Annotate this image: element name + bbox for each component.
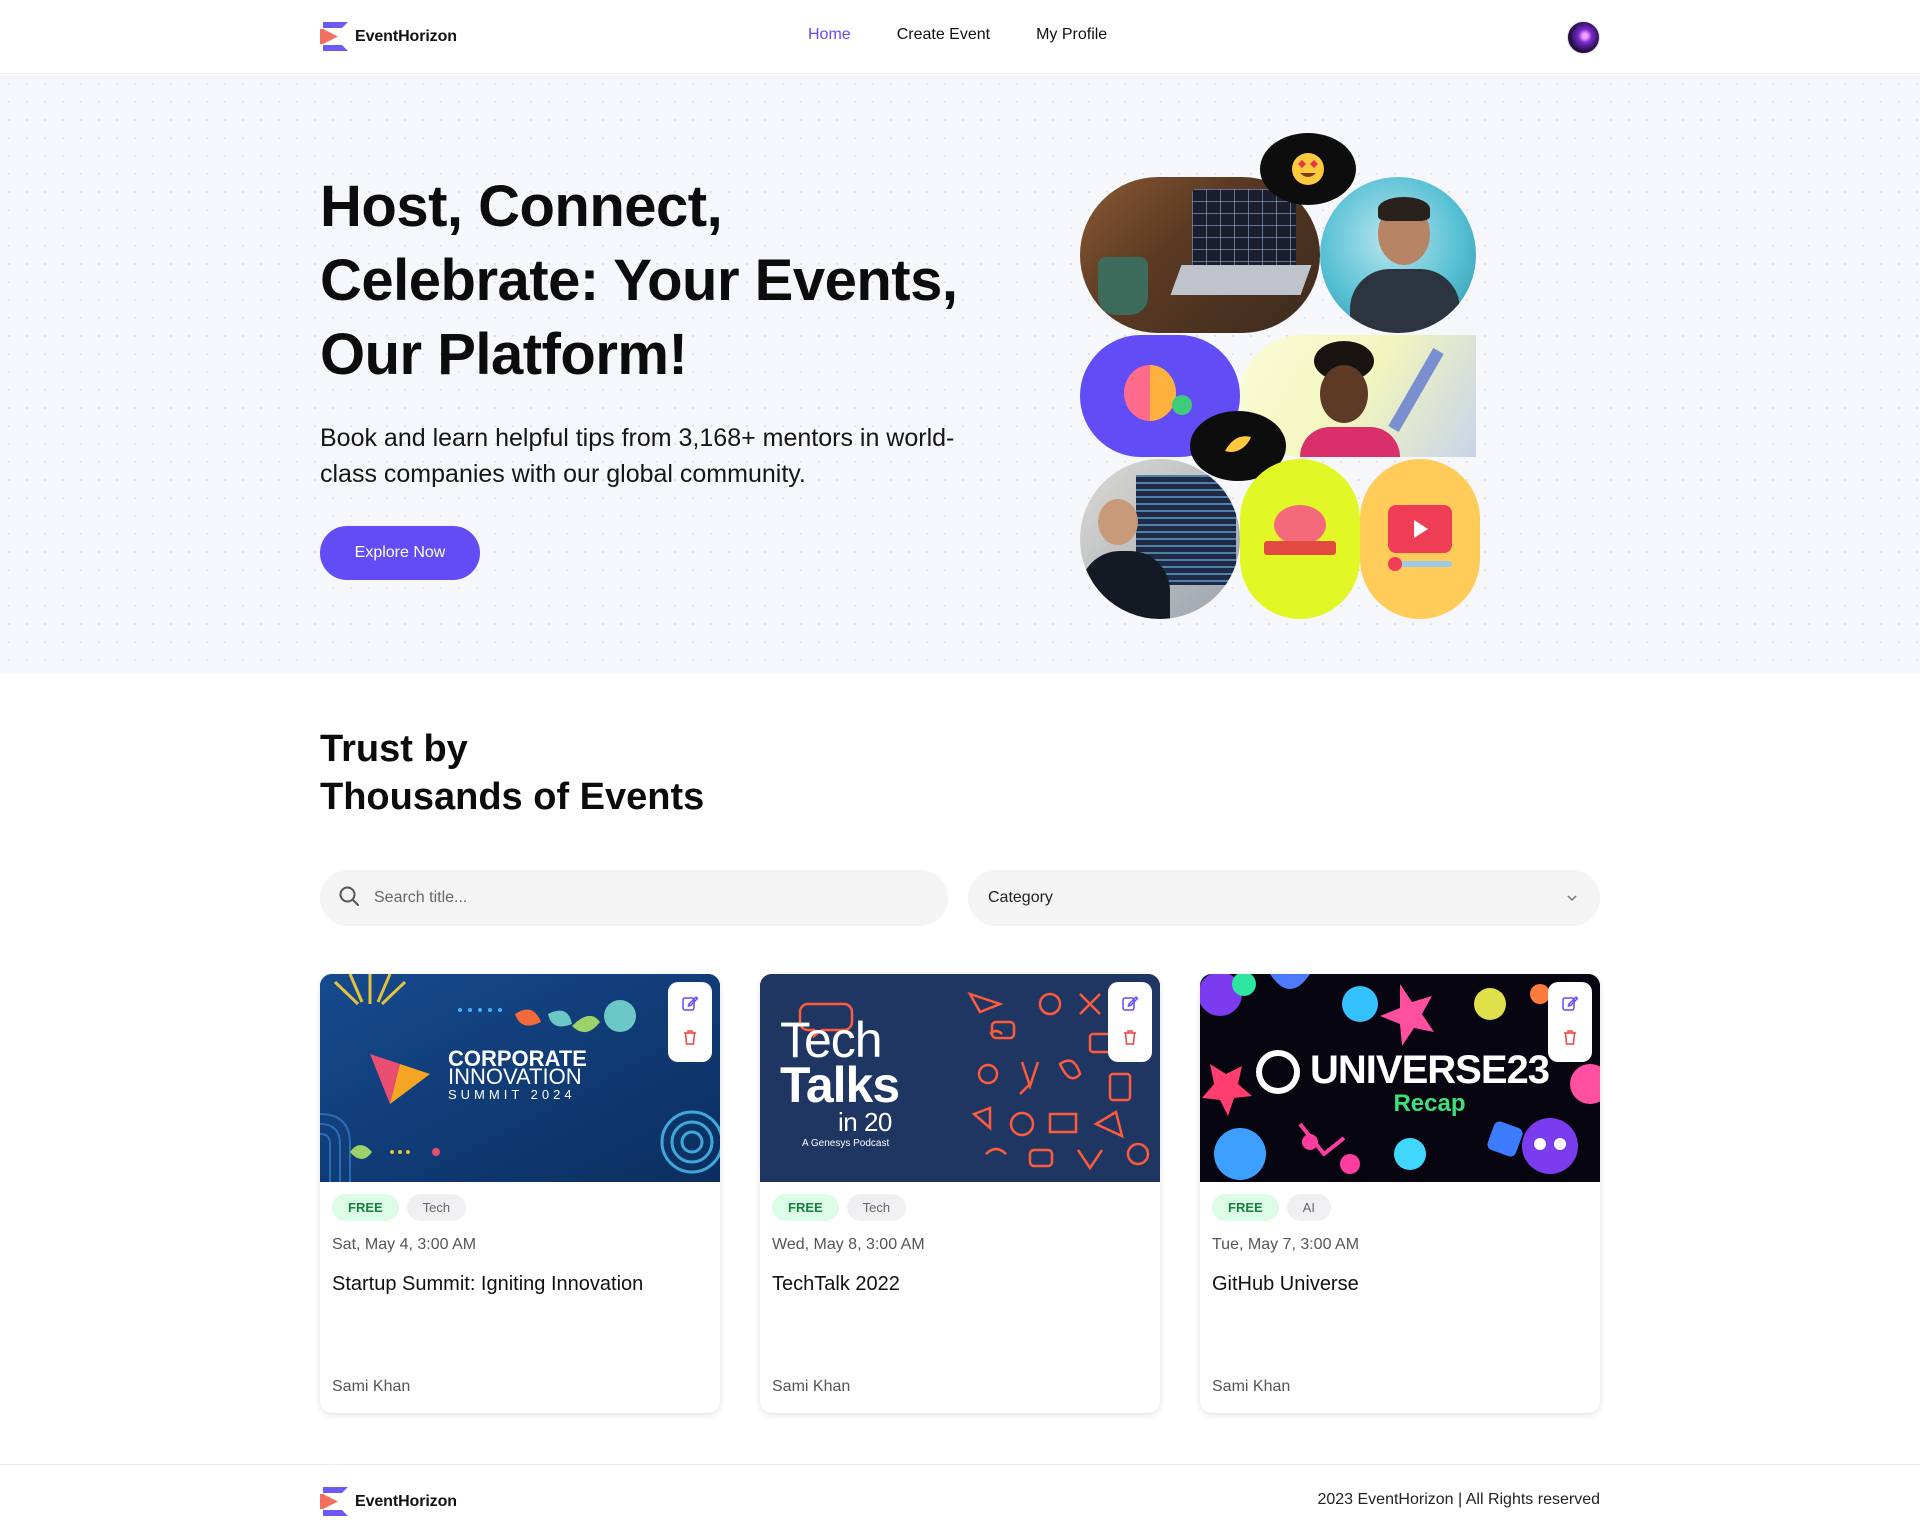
hero-collage [1080, 75, 1500, 635]
category-badge: Tech [846, 1194, 907, 1221]
event-image: Tech Talks in 20 A Genesys Podcast [760, 974, 1160, 1182]
edit-icon[interactable] [1121, 994, 1139, 1017]
events-title-line1: Trust by [320, 728, 468, 770]
event-title[interactable]: TechTalk 2022 [772, 1273, 900, 1296]
events-section-title: Trust by Thousands of Events [320, 725, 704, 821]
card-actions [1548, 982, 1592, 1062]
user-avatar[interactable] [1567, 21, 1600, 54]
event-date: Sat, May 4, 3:00 AM [332, 1236, 477, 1253]
card-actions [1108, 982, 1152, 1062]
search-bar [320, 870, 948, 926]
search-icon [338, 885, 360, 912]
nav-my-profile[interactable]: My Profile [1036, 26, 1107, 44]
chevron-down-icon [1566, 889, 1578, 907]
event-card[interactable]: UNIVERSE23 Recap FREE AI Tue, May 7, 3:0… [1200, 974, 1600, 1413]
trash-icon[interactable] [1122, 1028, 1138, 1051]
price-badge: FREE [1212, 1194, 1279, 1221]
nav-create-event[interactable]: Create Event [897, 26, 990, 44]
event-card[interactable]: CORPORATE INNOVATION SUMMIT 2024 FREE Te… [320, 974, 720, 1413]
category-select-label: Category [988, 889, 1053, 906]
brand-logo[interactable]: EventHorizon [320, 20, 457, 53]
event-tags: FREE Tech [772, 1194, 907, 1221]
footer-brand-name: EventHorizon [355, 1492, 457, 1510]
copyright-text: 2023 EventHorizon | All Rights reserved [1317, 1491, 1600, 1508]
events-title-line2: Thousands of Events [320, 776, 705, 818]
event-image-text: Tech Talks in 20 A Genesys Podcast [780, 1012, 900, 1149]
category-badge: Tech [406, 1194, 467, 1221]
footer-brand-logo[interactable]: EventHorizon [320, 1485, 457, 1518]
edit-icon[interactable] [681, 994, 699, 1017]
brand-name: EventHorizon [355, 27, 457, 45]
edit-icon[interactable] [1561, 994, 1579, 1017]
trash-icon[interactable] [1562, 1028, 1578, 1051]
event-card[interactable]: Tech Talks in 20 A Genesys Podcast FREE … [760, 974, 1160, 1413]
event-tags: FREE AI [1212, 1194, 1331, 1221]
hero-title: Host, Connect, Celebrate: Your Events, O… [320, 174, 958, 387]
explore-now-button[interactable]: Explore Now [320, 526, 480, 580]
trash-icon[interactable] [682, 1028, 698, 1051]
logo-icon [320, 1485, 351, 1518]
price-badge: FREE [332, 1194, 399, 1221]
event-tags: FREE Tech [332, 1194, 467, 1221]
card-actions [668, 982, 712, 1062]
site-header: EventHorizon Home Create Event My Profil… [0, 0, 1920, 74]
hero-subtitle: Book and learn helpful tips from 3,168+ … [320, 424, 955, 488]
event-image: CORPORATE INNOVATION SUMMIT 2024 [320, 974, 720, 1182]
event-date: Wed, May 8, 3:00 AM [772, 1236, 925, 1253]
event-image: UNIVERSE23 Recap [1200, 974, 1600, 1182]
category-select[interactable]: Category [968, 870, 1600, 926]
price-badge: FREE [772, 1194, 839, 1221]
search-input[interactable] [374, 889, 914, 907]
hero-section: Host, Connect, Celebrate: Your Events, O… [0, 75, 1920, 673]
event-image-text: UNIVERSE23 Recap [1310, 1048, 1550, 1117]
event-organizer: Sami Khan [772, 1378, 851, 1395]
event-date: Tue, May 7, 3:00 AM [1212, 1236, 1360, 1253]
event-title[interactable]: GitHub Universe [1212, 1273, 1359, 1296]
heart-eyes-emoji-bubble [1260, 133, 1356, 205]
collage-book-brain-illustration [1240, 459, 1360, 619]
event-title[interactable]: Startup Summit: Igniting Innovation [332, 1273, 643, 1296]
collage-presenter-photo [1080, 459, 1240, 619]
logo-icon [320, 20, 351, 53]
nav-home[interactable]: Home [808, 26, 851, 44]
collage-man-photo [1320, 177, 1476, 333]
collage-video-illustration [1360, 459, 1480, 619]
main-nav: Home Create Event My Profile [808, 26, 1107, 44]
event-image-text: CORPORATE INNOVATION SUMMIT 2024 [448, 1046, 587, 1103]
event-organizer: Sami Khan [1212, 1378, 1291, 1395]
site-footer: EventHorizon 2023 EventHorizon | All Rig… [0, 1464, 1920, 1539]
event-organizer: Sami Khan [332, 1378, 411, 1395]
category-badge: AI [1286, 1194, 1331, 1221]
